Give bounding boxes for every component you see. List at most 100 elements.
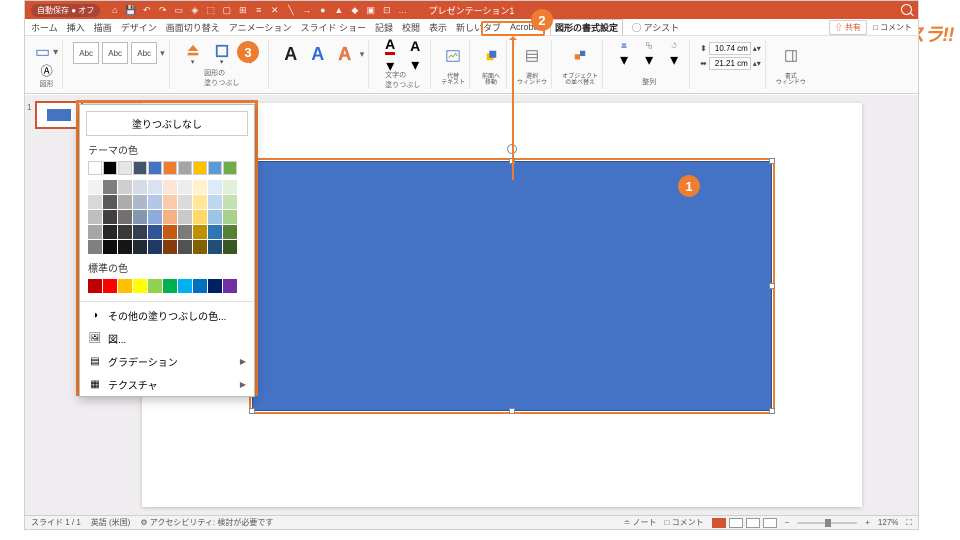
tab-slideshow[interactable]: スライド ショー: [300, 21, 366, 34]
color-swatch[interactable]: [118, 180, 132, 194]
autosave-toggle[interactable]: 自動保存 ● オフ: [31, 4, 100, 17]
color-swatch[interactable]: [178, 279, 192, 293]
color-swatch[interactable]: [163, 195, 177, 209]
color-swatch[interactable]: [133, 195, 147, 209]
tab-review[interactable]: 校閲: [402, 21, 420, 34]
color-swatch[interactable]: [208, 180, 222, 194]
save-icon[interactable]: 💾: [125, 5, 136, 16]
redo-icon[interactable]: ↷: [157, 5, 168, 16]
color-swatch[interactable]: [163, 210, 177, 224]
shape-outline-button[interactable]: ▾: [209, 42, 235, 68]
color-swatch[interactable]: [208, 225, 222, 239]
zoom-in-button[interactable]: +: [865, 518, 870, 527]
text-box-icon[interactable]: Ⓐ: [41, 62, 53, 79]
color-swatch[interactable]: [88, 279, 102, 293]
qat-icon[interactable]: ▲: [333, 5, 344, 16]
color-swatch[interactable]: [163, 161, 177, 175]
color-swatch[interactable]: [118, 210, 132, 224]
qat-icon[interactable]: ⬚: [205, 5, 216, 16]
color-swatch[interactable]: [148, 210, 162, 224]
sorter-view-button[interactable]: [729, 518, 743, 528]
align-objects-button[interactable]: ▾: [613, 42, 635, 70]
wordart-preset[interactable]: A: [279, 42, 303, 66]
color-swatch[interactable]: [133, 210, 147, 224]
qat-icon[interactable]: ◈: [189, 5, 200, 16]
qat-icon[interactable]: ⊡: [381, 5, 392, 16]
color-swatch[interactable]: [103, 240, 117, 254]
qat-icon[interactable]: →: [301, 5, 312, 16]
color-swatch[interactable]: [103, 210, 117, 224]
tab-assist[interactable]: ◯ アシスト: [632, 21, 679, 34]
color-swatch[interactable]: [118, 240, 132, 254]
color-swatch[interactable]: [208, 279, 222, 293]
color-swatch[interactable]: [103, 161, 117, 175]
shape-height-input[interactable]: [709, 42, 751, 55]
color-swatch[interactable]: [88, 240, 102, 254]
color-swatch[interactable]: [178, 195, 192, 209]
text-outline-button[interactable]: A▾: [404, 42, 426, 70]
wordart-preset[interactable]: A: [333, 42, 357, 66]
tab-home[interactable]: ホーム: [31, 21, 58, 34]
color-swatch[interactable]: [148, 180, 162, 194]
color-swatch[interactable]: [88, 180, 102, 194]
color-swatch[interactable]: [118, 161, 132, 175]
color-swatch[interactable]: [118, 195, 132, 209]
tab-view[interactable]: 表示: [429, 21, 447, 34]
color-swatch[interactable]: [103, 195, 117, 209]
color-swatch[interactable]: [118, 225, 132, 239]
style-gallery-more[interactable]: ▾: [160, 48, 165, 59]
color-swatch[interactable]: [178, 161, 192, 175]
color-swatch[interactable]: [163, 225, 177, 239]
color-swatch[interactable]: [118, 279, 132, 293]
color-swatch[interactable]: [148, 195, 162, 209]
resize-handle[interactable]: [249, 408, 255, 414]
color-swatch[interactable]: [223, 240, 237, 254]
slideshow-view-button[interactable]: [763, 518, 777, 528]
search-icon[interactable]: [901, 4, 912, 15]
shape-style-preset[interactable]: Abc: [131, 42, 157, 64]
color-swatch[interactable]: [178, 240, 192, 254]
zoom-out-button[interactable]: −: [785, 518, 790, 527]
color-swatch[interactable]: [133, 180, 147, 194]
color-swatch[interactable]: [103, 279, 117, 293]
color-swatch[interactable]: [133, 240, 147, 254]
tab-animations[interactable]: アニメーション: [229, 21, 292, 34]
tab-transitions[interactable]: 画面切り替え: [166, 21, 220, 34]
shape-gallery-icon[interactable]: ▭: [35, 42, 50, 62]
color-swatch[interactable]: [178, 180, 192, 194]
color-swatch[interactable]: [88, 210, 102, 224]
chevron-down-icon[interactable]: ▾: [191, 58, 195, 66]
slide-thumbnail[interactable]: 1: [35, 101, 83, 129]
color-swatch[interactable]: [148, 225, 162, 239]
comments-button[interactable]: □ コメント: [665, 517, 704, 528]
language-status[interactable]: 英語 (米国): [91, 517, 131, 528]
color-swatch[interactable]: [133, 279, 147, 293]
text-fill-button[interactable]: A▾: [379, 42, 401, 70]
color-swatch[interactable]: [133, 161, 147, 175]
color-swatch[interactable]: [208, 240, 222, 254]
color-swatch[interactable]: [193, 225, 207, 239]
color-swatch[interactable]: [178, 210, 192, 224]
zoom-slider[interactable]: [797, 522, 857, 524]
comments-button[interactable]: □ コメント: [873, 22, 912, 33]
tab-record[interactable]: 記録: [375, 21, 393, 34]
color-swatch[interactable]: [223, 195, 237, 209]
qat-icon[interactable]: ◆: [349, 5, 360, 16]
tab-design[interactable]: デザイン: [121, 21, 157, 34]
selection-pane-button[interactable]: [521, 42, 543, 70]
color-swatch[interactable]: [208, 195, 222, 209]
wordart-more[interactable]: ▾: [360, 49, 365, 60]
no-fill-option[interactable]: 塗りつぶしなし: [86, 111, 248, 136]
color-swatch[interactable]: [163, 279, 177, 293]
color-swatch[interactable]: [88, 195, 102, 209]
qat-icon[interactable]: ╲: [285, 5, 296, 16]
color-swatch[interactable]: [193, 279, 207, 293]
color-swatch[interactable]: [88, 225, 102, 239]
group-button[interactable]: ▾: [638, 42, 660, 70]
tab-shape-format[interactable]: 図形の書式設定: [550, 19, 623, 35]
color-swatch[interactable]: [103, 180, 117, 194]
rotate-button[interactable]: ▾: [663, 42, 685, 70]
shape-fill-button[interactable]: ▾: [180, 42, 206, 68]
format-pane-button[interactable]: [780, 42, 802, 70]
color-swatch[interactable]: [193, 161, 207, 175]
